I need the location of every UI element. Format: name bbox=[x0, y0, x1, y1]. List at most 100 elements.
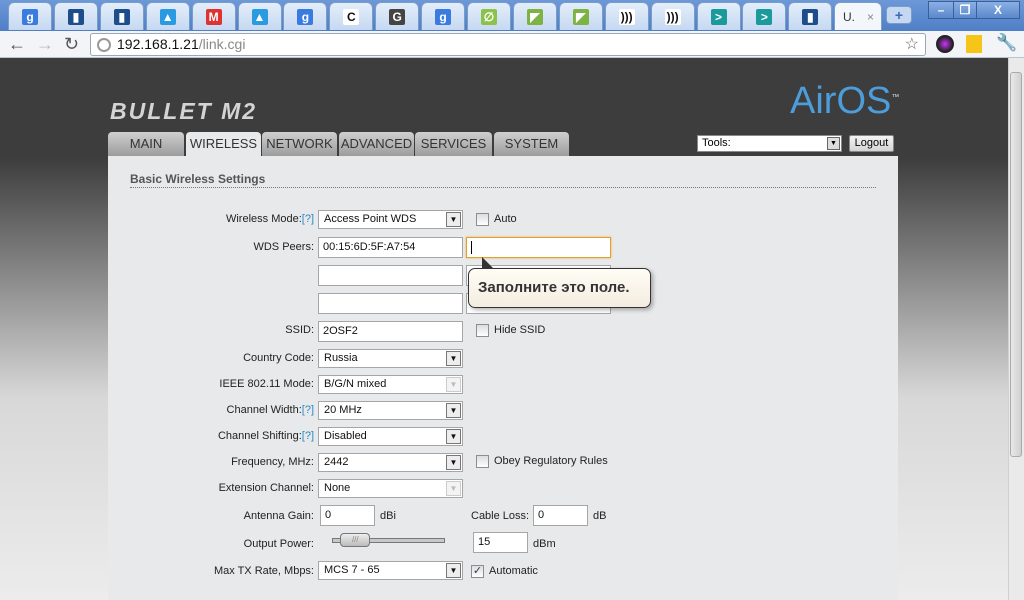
dbm-unit: dBm bbox=[533, 538, 556, 550]
browser-toolbar: ← → ↻ 192.168.1.21/link.cgi ☆ 🔧 bbox=[0, 31, 1024, 58]
reload-icon[interactable]: ↻ bbox=[64, 34, 79, 54]
browser-tab[interactable]: ◤ bbox=[512, 2, 557, 30]
auto-checkbox[interactable] bbox=[476, 213, 489, 226]
slider-handle[interactable]: /// bbox=[340, 533, 371, 547]
tab-title: U. bbox=[843, 9, 855, 24]
cable-loss-input[interactable]: 0 bbox=[533, 505, 588, 526]
country-code-select[interactable]: Russia ▼ bbox=[318, 349, 463, 368]
ssid-input[interactable]: 2OSF2 bbox=[318, 321, 463, 342]
wireless-mode-select[interactable]: Access Point WDS ▼ bbox=[318, 210, 463, 229]
validation-tooltip: Заполните это поле. bbox=[468, 268, 651, 308]
wds-peer-3[interactable] bbox=[318, 265, 463, 286]
extension-icon[interactable] bbox=[936, 35, 954, 53]
tab-system[interactable]: SYSTEM bbox=[494, 132, 569, 156]
tab-close-icon[interactable]: × bbox=[867, 10, 874, 24]
frequency-select[interactable]: 2442 ▼ bbox=[318, 453, 463, 472]
bookmark-star-icon[interactable]: ☆ bbox=[905, 34, 919, 55]
wrench-icon[interactable]: 🔧 bbox=[996, 33, 1017, 53]
browser-tab[interactable]: > bbox=[696, 2, 741, 30]
ieee-mode-label: IEEE 802.11 Mode: bbox=[219, 378, 314, 390]
google-icon: g bbox=[435, 8, 452, 25]
chevron-down-icon: ▼ bbox=[446, 455, 461, 470]
max-tx-rate-select[interactable]: MCS 7 - 65 ▼ bbox=[318, 561, 463, 580]
back-icon[interactable]: ← bbox=[8, 34, 26, 54]
country-code-label: Country Code: bbox=[243, 352, 314, 364]
browser-tab[interactable]: ▮ bbox=[788, 2, 833, 30]
help-link[interactable]: [?] bbox=[302, 430, 314, 442]
globe-icon bbox=[97, 38, 111, 52]
extension-channel-select: None ▼ bbox=[318, 479, 463, 498]
extension-note-icon[interactable] bbox=[966, 35, 982, 53]
wireless-mode-label: Wireless Mode:[?] bbox=[225, 213, 314, 225]
hide-ssid-label: Hide SSID bbox=[494, 324, 546, 336]
minimize-button[interactable]: – bbox=[928, 1, 954, 19]
help-link[interactable]: [?] bbox=[302, 404, 314, 416]
arrow-icon: ◤ bbox=[572, 8, 589, 25]
tools-select[interactable]: Tools: ▼ bbox=[697, 135, 842, 152]
channel-shifting-select[interactable]: Disabled ▼ bbox=[318, 427, 463, 446]
db-unit: dB bbox=[593, 510, 607, 522]
wifi-icon: ))) bbox=[664, 8, 681, 25]
google-icon: g bbox=[297, 8, 314, 25]
antenna-gain-input[interactable]: 0 bbox=[320, 505, 375, 526]
section-divider bbox=[130, 187, 876, 188]
scrollbar-thumb[interactable] bbox=[1010, 72, 1022, 457]
chevron-down-icon: ▼ bbox=[446, 563, 461, 578]
tab-network[interactable]: NETWORK bbox=[262, 132, 337, 156]
browser-tab[interactable]: ▮ bbox=[99, 2, 144, 30]
hide-ssid-checkbox[interactable] bbox=[476, 324, 489, 337]
browser-tab[interactable]: ))) bbox=[604, 2, 649, 30]
wds-peer-5[interactable] bbox=[318, 293, 463, 314]
browser-tab[interactable]: g bbox=[8, 2, 52, 30]
automatic-label: Automatic bbox=[489, 565, 538, 577]
dbi-unit: dBi bbox=[380, 510, 396, 522]
url-path: /link.cgi bbox=[198, 36, 246, 52]
product-logo: BULLET M2 bbox=[110, 98, 258, 124]
wds-peer-1[interactable]: 00:15:6D:5F:A7:54 bbox=[318, 237, 463, 258]
browser-tab[interactable]: g bbox=[283, 2, 328, 30]
chevron-icon: > bbox=[756, 8, 773, 25]
browser-tab[interactable]: M bbox=[191, 2, 236, 30]
browser-tab[interactable]: G bbox=[375, 2, 420, 30]
section-title: Basic Wireless Settings bbox=[130, 172, 266, 186]
chevron-down-icon: ▼ bbox=[446, 351, 461, 366]
cable-loss-label: Cable Loss: bbox=[471, 510, 530, 522]
wds-peers-label: WDS Peers: bbox=[253, 241, 314, 253]
tab-main[interactable]: MAIN bbox=[108, 132, 184, 156]
obey-regulatory-checkbox[interactable] bbox=[476, 455, 489, 468]
window-close-button[interactable]: X bbox=[976, 1, 1020, 19]
wds-peer-2[interactable] bbox=[466, 237, 611, 258]
tab-services[interactable]: SERVICES bbox=[415, 132, 492, 156]
tab-wireless[interactable]: WIRELESS bbox=[186, 132, 261, 157]
new-tab-button[interactable]: + bbox=[886, 6, 912, 24]
tooltip-arrow bbox=[482, 257, 494, 269]
browser-tab[interactable]: ))) bbox=[650, 2, 695, 30]
ubnt-icon: ▮ bbox=[802, 8, 819, 25]
address-bar[interactable]: 192.168.1.21/link.cgi ☆ bbox=[90, 33, 926, 56]
logout-button[interactable]: Logout bbox=[849, 135, 894, 152]
active-tab[interactable]: U. × bbox=[834, 2, 882, 30]
browser-tab[interactable]: ◤ bbox=[558, 2, 603, 30]
browser-tab[interactable]: g bbox=[421, 2, 466, 30]
automatic-checkbox[interactable]: ✓ bbox=[471, 565, 484, 578]
output-power-input[interactable]: 15 bbox=[473, 532, 528, 553]
forward-icon[interactable]: → bbox=[36, 34, 54, 54]
ubnt-icon: ▮ bbox=[67, 8, 84, 25]
chevron-down-icon: ▼ bbox=[446, 212, 461, 227]
tab-advanced[interactable]: ADVANCED bbox=[339, 132, 414, 156]
c-icon: C bbox=[343, 8, 360, 25]
channel-width-select[interactable]: 20 MHz ▼ bbox=[318, 401, 463, 420]
browser-tab[interactable]: > bbox=[742, 2, 787, 30]
chevron-down-icon: ▼ bbox=[446, 377, 461, 392]
browser-tab[interactable]: ▲ bbox=[145, 2, 190, 30]
auto-label: Auto bbox=[494, 213, 517, 225]
browser-tab[interactable]: ▮ bbox=[53, 2, 98, 30]
channel-shifting-label: Channel Shifting:[?] bbox=[217, 430, 314, 442]
browser-tab[interactable]: ∅ bbox=[467, 2, 511, 30]
chevron-down-icon: ▼ bbox=[446, 481, 461, 496]
leaf-icon: ∅ bbox=[481, 8, 497, 25]
help-link[interactable]: [?] bbox=[302, 213, 314, 225]
restore-button[interactable]: ❐ bbox=[953, 1, 977, 19]
browser-tab[interactable]: C bbox=[329, 2, 374, 30]
browser-tab[interactable]: ▲ bbox=[237, 2, 282, 30]
